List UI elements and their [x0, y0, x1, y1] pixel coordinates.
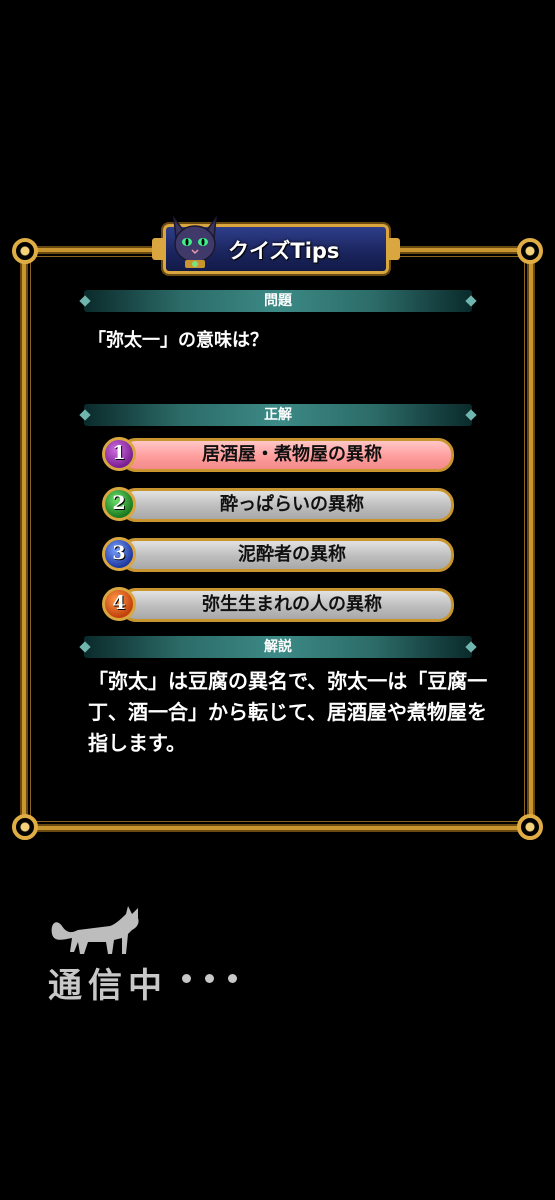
- panel-title: クイズTips: [228, 239, 340, 263]
- option-number-badge: 3: [102, 537, 136, 571]
- loading-dot: [182, 974, 191, 983]
- question-text: 「弥太一」の意味は？: [88, 330, 268, 351]
- option-label: 泥酔者の異称: [120, 538, 454, 572]
- answer-option-2[interactable]: 2 酔っぱらいの異称: [102, 484, 454, 524]
- option-label: 酔っぱらいの異称: [120, 488, 454, 522]
- loading-dot: [205, 974, 214, 983]
- frame-corner-ornament: [517, 238, 543, 264]
- option-label: 居酒屋・煮物屋の異称: [120, 438, 454, 472]
- frame-corner-ornament: [517, 814, 543, 840]
- option-label: 弥生生まれの人の異称: [120, 588, 454, 622]
- loading-dot: [228, 974, 237, 983]
- answer-section-header: 正解: [84, 404, 472, 426]
- explanation-text: 「弥太」は豆腐の異名で、弥太一は「豆腐一丁、酒一合」から転じて、居酒屋や煮物屋を…: [88, 669, 488, 755]
- frame-corner-ornament: [12, 238, 38, 264]
- explanation-section-header: 解説: [84, 636, 472, 658]
- cat-silhouette-icon: [51, 906, 139, 954]
- question-section-header: 問題: [84, 290, 472, 312]
- cat-mascot-icon: [172, 215, 218, 268]
- loading-dots: [182, 974, 237, 983]
- option-number-badge: 2: [102, 487, 136, 521]
- answer-option-3[interactable]: 3 泥酔者の異称: [102, 534, 454, 574]
- loading-text: 通信中: [48, 966, 168, 1006]
- answer-option-1[interactable]: 1 居酒屋・煮物屋の異称: [102, 434, 454, 474]
- frame-corner-ornament: [12, 814, 38, 840]
- option-number-badge: 4: [102, 587, 136, 621]
- answer-option-4[interactable]: 4 弥生生まれの人の異称: [102, 584, 454, 624]
- option-number-badge: 1: [102, 437, 136, 471]
